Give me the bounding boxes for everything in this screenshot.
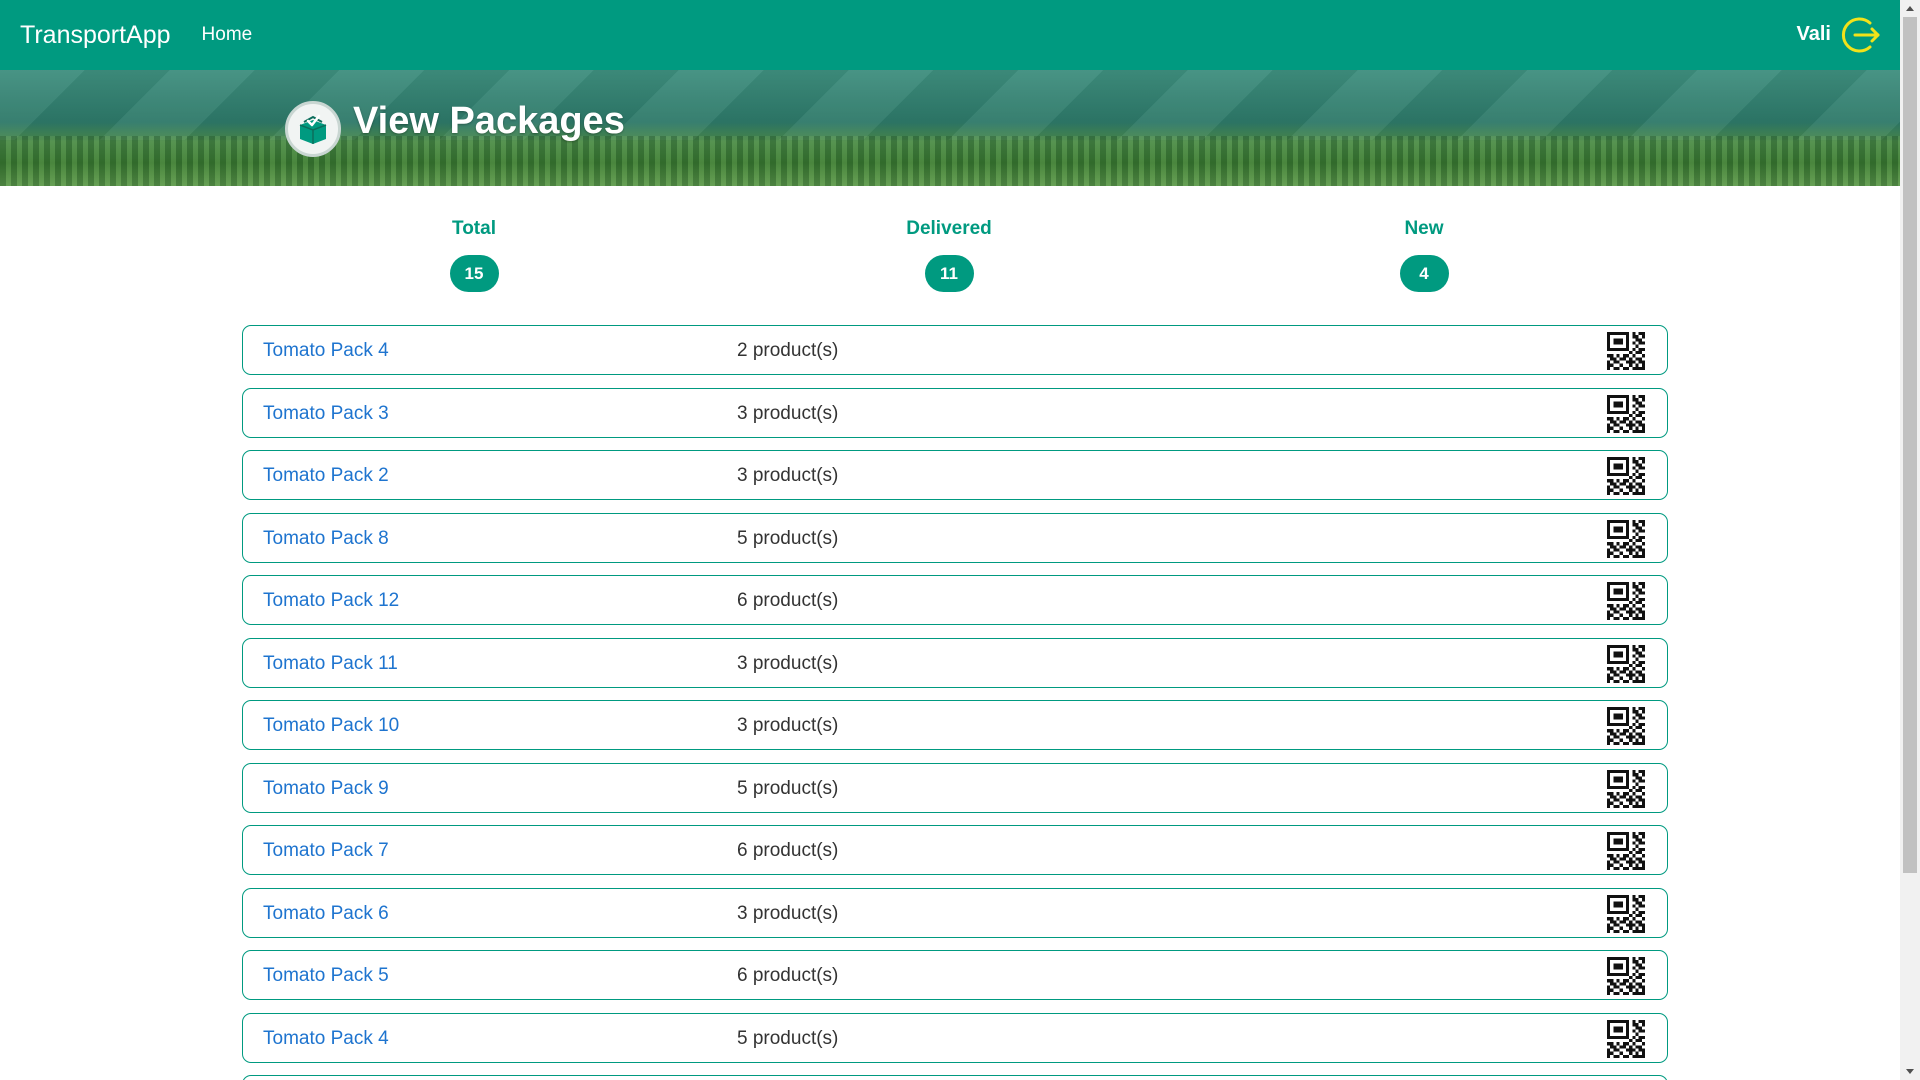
package-name-link[interactable]: Tomato Pack 2: [263, 465, 389, 487]
scroll-up-arrow[interactable]: [1906, 6, 1914, 11]
package-row: Tomato Pack 4 2 product(s): [242, 325, 1668, 375]
page-scrollbar[interactable]: [1900, 0, 1920, 1080]
brand-logo[interactable]: TransportApp: [20, 21, 171, 50]
package-row: Tomato Pack 10 3 product(s): [242, 700, 1668, 750]
stat-delivered: Delivered 11: [879, 218, 1019, 292]
package-name-link[interactable]: Tomato Pack 11: [263, 653, 398, 675]
package-product-count: 6 product(s): [737, 590, 839, 611]
package-name-link[interactable]: Tomato Pack 3: [263, 403, 389, 425]
package-name-link[interactable]: Tomato Pack 7: [263, 840, 389, 862]
package-name-link[interactable]: Tomato Pack 8: [263, 528, 389, 550]
stat-total-label: Total: [452, 218, 496, 239]
package-product-count: 3 product(s): [737, 715, 839, 736]
package-name-link[interactable]: Tomato Pack 6: [263, 903, 389, 925]
qr-code-icon[interactable]: [1607, 832, 1645, 870]
stat-delivered-label: Delivered: [906, 218, 992, 239]
qr-code-icon[interactable]: [1607, 332, 1645, 370]
stat-total-badge: 15: [449, 255, 499, 292]
package-name-link[interactable]: Tomato Pack 9: [263, 778, 389, 800]
nav-home-link[interactable]: Home: [202, 24, 253, 46]
qr-code-icon[interactable]: [1607, 1019, 1645, 1058]
package-row: Tomato Pack 6 3 product(s): [242, 887, 1668, 938]
top-navbar: TransportApp Home Vali: [0, 0, 1900, 70]
package-row: Tomato Pack 3 3 product(s): [242, 387, 1668, 438]
scroll-thumb[interactable]: [1903, 17, 1917, 873]
stat-new-badge: 4: [1399, 255, 1449, 292]
package-product-count: 3 product(s): [737, 402, 839, 424]
user-name: Vali: [1796, 23, 1831, 45]
logout-icon[interactable]: [1841, 14, 1883, 56]
package-row-partial: [242, 1075, 1668, 1080]
package-row: Tomato Pack 11 3 product(s): [242, 637, 1668, 688]
qr-code-icon[interactable]: [1607, 457, 1645, 495]
qr-code-icon[interactable]: [1607, 394, 1645, 433]
stat-delivered-badge: 11: [924, 255, 974, 292]
scroll-down-arrow[interactable]: [1906, 1069, 1914, 1074]
stat-new: New 4: [1354, 218, 1494, 292]
qr-code-icon[interactable]: [1607, 644, 1645, 683]
package-product-count: 3 product(s): [737, 652, 839, 674]
stat-total: Total 15: [404, 218, 544, 292]
package-row: Tomato Pack 2 3 product(s): [242, 450, 1668, 500]
banner-field: [0, 136, 1900, 186]
qr-code-icon[interactable]: [1607, 582, 1645, 620]
package-product-count: 5 product(s): [737, 1027, 839, 1049]
package-product-count: 5 product(s): [737, 777, 839, 799]
package-product-count: 6 product(s): [737, 965, 839, 986]
package-row: Tomato Pack 12 6 product(s): [242, 575, 1668, 625]
package-row: Tomato Pack 8 5 product(s): [242, 512, 1668, 563]
package-product-count: 5 product(s): [737, 527, 839, 549]
package-row: Tomato Pack 9 5 product(s): [242, 762, 1668, 813]
package-row: Tomato Pack 7 6 product(s): [242, 825, 1668, 875]
qr-code-icon[interactable]: [1607, 769, 1645, 808]
package-check-icon: [285, 101, 341, 157]
page-title: View Packages: [353, 100, 625, 142]
package-product-count: 3 product(s): [737, 465, 839, 486]
package-product-count: 6 product(s): [737, 840, 839, 861]
package-list: Tomato Pack 4 2 product(s) Tomato Pack 3 3 …: [242, 325, 1668, 1080]
qr-code-icon[interactable]: [1607, 707, 1645, 745]
package-name-link[interactable]: Tomato Pack 4: [263, 340, 389, 362]
qr-code-icon[interactable]: [1607, 957, 1645, 995]
package-name-link[interactable]: Tomato Pack 4: [263, 1028, 389, 1050]
header-banner: View Packages: [0, 70, 1900, 186]
stat-new-label: New: [1404, 218, 1444, 239]
qr-code-icon[interactable]: [1607, 894, 1645, 933]
package-name-link[interactable]: Tomato Pack 12: [263, 590, 399, 612]
package-name-link[interactable]: Tomato Pack 10: [263, 715, 399, 737]
package-product-count: 2 product(s): [737, 340, 839, 361]
package-name-link[interactable]: Tomato Pack 5: [263, 965, 389, 987]
package-row: Tomato Pack 4 5 product(s): [242, 1012, 1668, 1063]
package-row: Tomato Pack 5 6 product(s): [242, 950, 1668, 1000]
package-product-count: 3 product(s): [737, 902, 839, 924]
qr-code-icon[interactable]: [1607, 519, 1645, 558]
